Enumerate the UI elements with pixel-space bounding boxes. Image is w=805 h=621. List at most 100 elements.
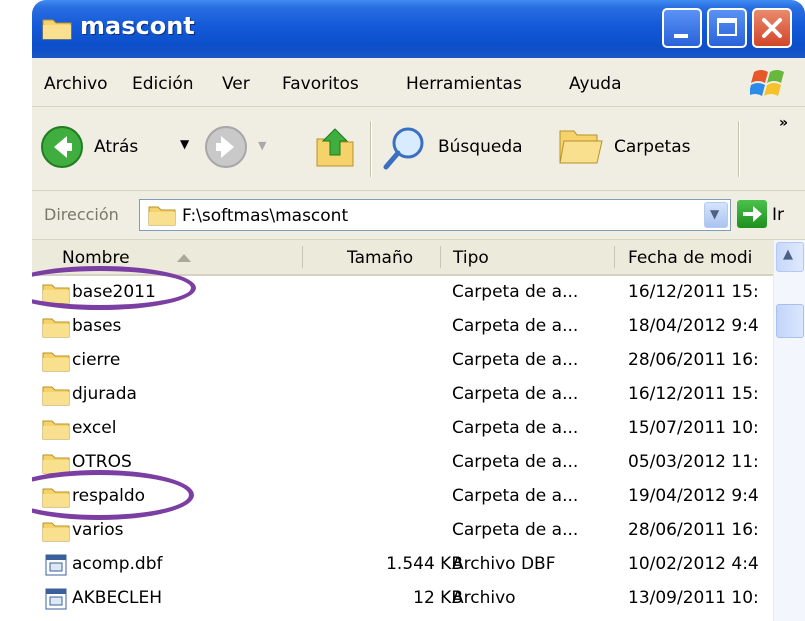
file-date: 19/04/2012 9:4: [628, 486, 759, 506]
file-list: base2011 Carpeta de a... 16/12/2011 15: bas…: [32, 276, 773, 621]
address-bar: Dirección F:\softmas\mascont ▼ Ir: [32, 191, 805, 240]
menu-herramientas[interactable]: Herramientas: [406, 74, 522, 94]
close-icon: [762, 18, 782, 38]
explorer-window: mascont Archivo Edición Ver Favoritos He…: [32, 0, 805, 621]
list-item[interactable]: excel Carpeta de a... 15/07/2011 10:: [32, 412, 773, 446]
folder-icon: [42, 454, 70, 474]
go-button[interactable]: [737, 200, 767, 228]
file-name: respaldo: [72, 486, 146, 506]
maximize-icon: [717, 18, 737, 36]
file-type: Carpeta de a...: [452, 282, 579, 302]
folder-icon: [42, 318, 70, 338]
dbf-file-icon: [45, 554, 67, 576]
file-type: Archivo: [452, 588, 516, 608]
menu-ver[interactable]: Ver: [222, 74, 250, 94]
file-date: 05/03/2012 11:: [628, 452, 759, 472]
menu-ayuda[interactable]: Ayuda: [569, 74, 622, 94]
file-date: 18/04/2012 9:4: [628, 316, 759, 336]
sort-ascending-icon: [177, 254, 191, 262]
file-type: Carpeta de a...: [452, 520, 579, 540]
file-name: OTROS: [72, 452, 132, 472]
column-size[interactable]: Tamaño: [347, 248, 413, 268]
menu-archivo[interactable]: Archivo: [44, 74, 108, 94]
file-name: acomp.dbf: [72, 554, 163, 574]
toolbar-overflow-icon[interactable]: »: [779, 115, 788, 131]
folders-icon: [559, 130, 603, 164]
address-input[interactable]: F:\softmas\mascont ▼: [139, 199, 731, 231]
windows-logo-icon: [750, 70, 784, 96]
toolbar: Atrás ▼ ▼ Búsqueda Carpetas »: [32, 107, 805, 191]
file-date: 15/07/2011 10:: [628, 418, 759, 438]
column-name[interactable]: Nombre: [62, 248, 130, 268]
address-label: Dirección: [44, 205, 119, 224]
minimize-icon: [674, 34, 688, 38]
back-button[interactable]: Atrás ▼: [40, 125, 190, 171]
column-type[interactable]: Tipo: [453, 248, 489, 268]
file-name: base2011: [72, 282, 156, 302]
vertical-scrollbar[interactable]: ▲: [773, 240, 805, 621]
list-item[interactable]: acomp.dbf 1.544 KB Archivo DBF 10/02/2012 4…: [32, 548, 773, 582]
file-type: Carpeta de a...: [452, 316, 579, 336]
back-dropdown-icon[interactable]: ▼: [180, 137, 189, 151]
folders-button[interactable]: Carpetas: [558, 125, 733, 171]
list-item[interactable]: varios Carpeta de a... 28/06/2011 16:: [32, 514, 773, 548]
search-label: Búsqueda: [438, 137, 523, 157]
dbf-file-icon: [45, 588, 67, 610]
forward-button[interactable]: ▼: [204, 125, 274, 171]
file-name: excel: [72, 418, 117, 438]
file-type: Carpeta de a...: [452, 384, 579, 404]
list-item[interactable]: [32, 616, 773, 621]
scroll-thumb[interactable]: [776, 304, 804, 338]
list-item[interactable]: cierre Carpeta de a... 28/06/2011 16:: [32, 344, 773, 378]
up-folder-icon[interactable]: [315, 125, 355, 169]
scroll-up-button[interactable]: ▲: [776, 242, 804, 272]
folder-icon: [42, 19, 72, 40]
title-bar[interactable]: mascont: [32, 0, 805, 58]
file-date: 10/02/2012 4:4: [628, 554, 759, 574]
file-type: Carpeta de a...: [452, 452, 579, 472]
window-title: mascont: [80, 12, 195, 40]
menu-edicion[interactable]: Edición: [132, 74, 194, 94]
column-header: Nombre Tamaño Tipo Fecha de modi: [32, 240, 805, 276]
list-item[interactable]: AKBECLEH 12 KB Archivo 13/09/2011 10:: [32, 582, 773, 616]
folder-icon: [148, 206, 176, 226]
menu-bar: Archivo Edición Ver Favoritos Herramient…: [32, 58, 805, 107]
folder-icon: [42, 488, 70, 508]
search-button[interactable]: Búsqueda: [382, 125, 554, 171]
list-item[interactable]: bases Carpeta de a... 18/04/2012 9:4: [32, 310, 773, 344]
folder-icon: [42, 284, 70, 304]
go-arrow-icon: [743, 206, 762, 222]
column-date[interactable]: Fecha de modi: [628, 248, 773, 268]
file-date: 13/09/2011 10:: [628, 588, 759, 608]
list-item[interactable]: respaldo Carpeta de a... 19/04/2012 9:4: [32, 480, 773, 514]
address-dropdown-button[interactable]: ▼: [704, 202, 728, 228]
file-name: varios: [72, 520, 124, 540]
search-icon: [383, 127, 424, 170]
file-date: 16/12/2011 15:: [628, 282, 759, 302]
folder-icon: [42, 386, 70, 406]
go-label[interactable]: Ir: [772, 205, 784, 225]
address-path: F:\softmas\mascont: [182, 206, 349, 226]
file-type: Carpeta de a...: [452, 350, 579, 370]
maximize-button[interactable]: [707, 8, 747, 48]
chevron-down-icon: ▼: [710, 207, 720, 221]
list-item[interactable]: djurada Carpeta de a... 16/12/2011 15:: [32, 378, 773, 412]
folders-label: Carpetas: [614, 137, 691, 157]
file-date: 28/06/2011 16:: [628, 350, 759, 370]
menu-favoritos[interactable]: Favoritos: [282, 74, 359, 94]
forward-dropdown-icon[interactable]: ▼: [258, 139, 266, 152]
list-item[interactable]: OTROS Carpeta de a... 05/03/2012 11:: [32, 446, 773, 480]
file-name: cierre: [72, 350, 121, 370]
folder-icon: [42, 420, 70, 440]
file-name: bases: [72, 316, 122, 336]
folder-icon: [42, 522, 70, 542]
file-type: Carpeta de a...: [452, 486, 579, 506]
file-name: djurada: [72, 384, 137, 404]
list-item[interactable]: base2011 Carpeta de a... 16/12/2011 15:: [32, 276, 773, 310]
folder-icon: [42, 352, 70, 372]
file-date: 28/06/2011 16:: [628, 520, 759, 540]
file-name: AKBECLEH: [72, 588, 163, 608]
minimize-button[interactable]: [662, 8, 702, 48]
chevron-up-icon: ▲: [783, 247, 793, 262]
close-button[interactable]: [752, 8, 792, 48]
